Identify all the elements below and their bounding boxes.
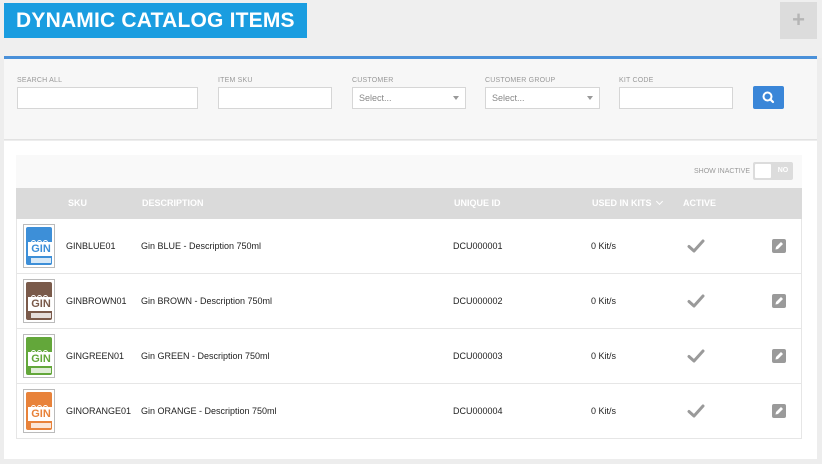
sku-cell: GINBLUE01: [66, 241, 116, 251]
column-header-unique-id[interactable]: UNIQUE ID: [454, 188, 501, 219]
label-ornament: [31, 287, 51, 300]
show-inactive-label: SHOW INACTIVE: [694, 168, 751, 175]
table-row[interactable]: GIN GINORANGE01 Gin ORANGE - Description 7…: [16, 384, 802, 439]
label-strip: [31, 313, 51, 318]
customer-label: CUSTOMER: [352, 77, 394, 84]
label-strip: [31, 368, 51, 373]
used-in-kits-cell: 0 Kit/s: [591, 406, 617, 416]
pencil-icon: [775, 352, 783, 360]
pencil-icon: [775, 407, 783, 415]
column-header-sku[interactable]: SKU: [68, 188, 87, 219]
search-button[interactable]: [753, 86, 784, 109]
checkmark-icon: [687, 294, 705, 308]
kit-code-input[interactable]: [619, 87, 733, 109]
show-inactive-toggle[interactable]: NO: [753, 162, 793, 180]
sku-cell: GINORANGE01: [66, 406, 132, 416]
table-toolbar: [16, 155, 802, 189]
sku-cell: GINBROWN01: [66, 296, 127, 306]
column-header-active[interactable]: ACTIVE: [683, 188, 716, 219]
unique-id-cell: DCU000001: [453, 241, 503, 251]
kit-code-label: KIT CODE: [619, 77, 654, 84]
table-row[interactable]: GIN GINBROWN01 Gin BROWN - Description 750…: [16, 274, 802, 329]
toggle-state-label: NO: [777, 167, 789, 174]
checkmark-icon: [687, 404, 705, 418]
edit-button[interactable]: [772, 404, 786, 418]
label-background: GIN: [26, 282, 54, 320]
pencil-icon: [775, 297, 783, 305]
add-item-button[interactable]: +: [780, 2, 817, 39]
description-cell: Gin BLUE - Description 750ml: [141, 241, 262, 251]
description-cell: Gin BROWN - Description 750ml: [141, 296, 273, 306]
item-sku-input[interactable]: [218, 87, 332, 109]
edit-button[interactable]: [772, 349, 786, 363]
sort-chevron-icon: [655, 197, 663, 206]
product-thumbnail: GIN: [23, 334, 55, 378]
edit-button[interactable]: [772, 294, 786, 308]
catalog-table-panel: SHOW INACTIVE NO SKU DESCRIPTION UNIQUE …: [4, 141, 817, 459]
table-row[interactable]: GIN GINGREEN01 Gin GREEN - Description 750…: [16, 329, 802, 384]
customer-select[interactable]: Select...: [352, 87, 466, 109]
description-cell: Gin GREEN - Description 750ml: [141, 351, 270, 361]
column-header-used-in-kits[interactable]: USED IN KITS: [592, 188, 663, 219]
search-icon: [762, 91, 775, 104]
label-text: GIN: [28, 297, 54, 311]
page-title: DYNAMIC CATALOG ITEMS: [4, 3, 307, 38]
toggle-knob: [755, 164, 771, 178]
label-text: GIN: [28, 352, 54, 366]
label-background: GIN: [26, 392, 54, 430]
label-strip: [31, 423, 51, 428]
unique-id-cell: DCU000003: [453, 351, 503, 361]
label-strip: [31, 258, 51, 263]
product-thumbnail: GIN: [23, 279, 55, 323]
edit-button[interactable]: [772, 239, 786, 253]
sku-cell: GINGREEN01: [66, 351, 125, 361]
chevron-down-icon: [453, 96, 459, 100]
chevron-down-icon: [587, 96, 593, 100]
pencil-icon: [775, 242, 783, 250]
customer-group-select[interactable]: Select...: [485, 87, 600, 109]
label-text: GIN: [28, 407, 54, 421]
page-header: DYNAMIC CATALOG ITEMS +: [0, 0, 822, 58]
unique-id-cell: DCU000002: [453, 296, 503, 306]
checkmark-icon: [687, 349, 705, 363]
used-in-kits-cell: 0 Kit/s: [591, 296, 617, 306]
label-background: GIN: [26, 227, 54, 265]
table-header: SKU DESCRIPTION UNIQUE ID USED IN KITS A…: [16, 188, 802, 219]
search-all-label: SEARCH ALL: [17, 77, 63, 84]
product-thumbnail: GIN: [23, 389, 55, 433]
table-row[interactable]: GIN GINBLUE01 Gin BLUE - Description 750ml…: [16, 219, 802, 274]
search-all-input[interactable]: [17, 87, 198, 109]
used-in-kits-cell: 0 Kit/s: [591, 241, 617, 251]
column-header-description[interactable]: DESCRIPTION: [142, 188, 204, 219]
unique-id-cell: DCU000004: [453, 406, 503, 416]
column-header-used-in-kits-label: USED IN KITS: [592, 198, 652, 208]
customer-group-label: CUSTOMER GROUP: [485, 77, 556, 84]
filter-panel: SEARCH ALL ITEM SKU CUSTOMER Select... C…: [4, 59, 817, 140]
description-cell: Gin ORANGE - Description 750ml: [141, 406, 277, 416]
label-ornament: [31, 342, 51, 355]
label-background: GIN: [26, 337, 54, 375]
checkmark-icon: [687, 239, 705, 253]
customer-select-value: Select...: [359, 93, 392, 103]
label-ornament: [31, 232, 51, 245]
product-thumbnail: GIN: [23, 224, 55, 268]
label-ornament: [31, 397, 51, 410]
used-in-kits-cell: 0 Kit/s: [591, 351, 617, 361]
customer-group-select-value: Select...: [492, 93, 525, 103]
label-text: GIN: [28, 242, 54, 256]
item-sku-label: ITEM SKU: [218, 77, 253, 84]
